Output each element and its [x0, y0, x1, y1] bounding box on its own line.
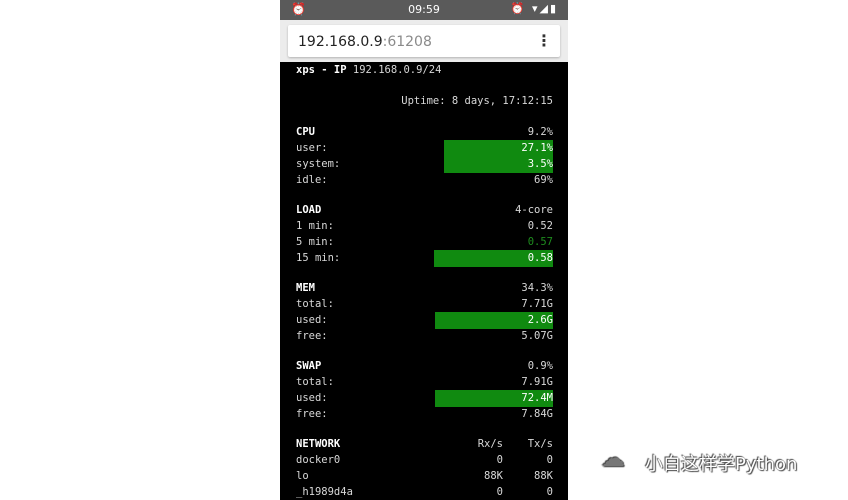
mem-title: MEM [296, 282, 315, 294]
cpu-idle-row: idle: 69% [296, 173, 553, 188]
mem-header: MEM 34.3% [296, 281, 553, 296]
cpu-user-label: user: [296, 142, 328, 154]
network-title: NETWORK [296, 438, 341, 450]
network-header: NETWORK Rx/s Tx/s [296, 437, 553, 452]
swap-total-row: total: 7.91G [296, 375, 553, 390]
swap-used-value: 72.4M [521, 392, 553, 404]
cpu-user-row: user: 27.1% [296, 140, 553, 157]
network-tx-value: 88K [534, 470, 553, 482]
load-cores: 4-core [515, 204, 553, 216]
status-icons: ⏰ ▾◢▮ [510, 2, 558, 15]
load-15min-row: 15 min: 0.58 [296, 250, 553, 267]
ip-address: 192.168.0.9/24 [352, 64, 442, 76]
mem-free-value: 5.07G [521, 330, 553, 342]
cpu-user-value: 27.1% [521, 142, 553, 154]
swap-used-label: used: [296, 392, 328, 404]
mem-percent: 34.3% [521, 282, 553, 294]
load-header: LOAD 4-core [296, 203, 553, 218]
network-row: docker0 0 0 [296, 453, 553, 468]
cpu-system-label: system: [296, 158, 341, 170]
cpu-total: 9.2% [527, 126, 553, 138]
cpu-idle-label: idle: [296, 174, 328, 186]
wechat-logo-icon: ☁ [601, 444, 625, 472]
swap-free-value: 7.84G [521, 408, 553, 420]
network-iface-name: docker0 [296, 454, 341, 466]
status-bar: ⏰ 09:59 ⏰ ▾◢▮ [280, 0, 568, 20]
mem-total-row: total: 7.71G [296, 297, 553, 312]
watermark-text: 小白这样学Python [645, 454, 798, 475]
glances-terminal: xps - IP 192.168.0.9/24 Uptime: 8 days, … [280, 62, 568, 500]
host-line: xps - IP 192.168.0.9/24 [296, 64, 441, 76]
mem-total-value: 7.71G [521, 298, 553, 310]
ip-separator: - IP [314, 64, 353, 76]
url-port: :61208 [382, 34, 432, 50]
swap-header: SWAP 0.9% [296, 359, 553, 374]
network-iface-name: lo [296, 470, 309, 482]
mem-total-label: total: [296, 298, 334, 310]
mem-used-value: 2.6G [527, 314, 553, 326]
uptime: Uptime: 8 days, 17:12:15 [401, 95, 553, 107]
mem-free-label: free: [296, 330, 328, 342]
load-5min-row: 5 min: 0.57 [296, 235, 553, 250]
load-5min-value: 0.57 [527, 236, 553, 248]
overflow-menu-icon[interactable]: ⋮ [536, 31, 552, 50]
mem-used-row: used: 2.6G [296, 312, 553, 329]
swap-used-row: used: 72.4M [296, 390, 553, 407]
network-rx-value: 0 [496, 486, 503, 498]
swap-title: SWAP [296, 360, 322, 372]
cpu-system-row: system: 3.5% [296, 156, 553, 173]
load-5min-label: 5 min: [296, 236, 334, 248]
mem-free-row: free: 5.07G [296, 329, 553, 344]
network-row: _h1989d4a 0 0 [296, 485, 553, 500]
load-15min-label: 15 min: [296, 252, 341, 264]
url-host: 192.168.0.9 [298, 34, 383, 50]
swap-free-label: free: [296, 408, 328, 420]
load-title: LOAD [296, 204, 322, 216]
url-text: 192.168.0.9:61208 [298, 34, 432, 50]
load-15min-value: 0.58 [527, 252, 553, 264]
cpu-title: CPU [296, 126, 315, 138]
load-1min-label: 1 min: [296, 220, 334, 232]
swap-free-row: free: 7.84G [296, 407, 553, 422]
network-row: lo 88K 88K [296, 469, 553, 484]
address-bar[interactable]: 192.168.0.9:61208 ⋮ [288, 25, 560, 57]
network-rx-header: Rx/s [477, 438, 503, 450]
network-tx-value: 0 [546, 486, 553, 498]
swap-total-label: total: [296, 376, 334, 388]
cpu-idle-value: 69% [534, 174, 553, 186]
network-rx-value: 88K [484, 470, 503, 482]
browser-toolbar: 192.168.0.9:61208 ⋮ [280, 20, 568, 62]
network-rx-value: 0 [496, 454, 503, 466]
mem-used-label: used: [296, 314, 328, 326]
phone-screen: ⏰ 09:59 ⏰ ▾◢▮ 192.168.0.9:61208 ⋮ xps - … [280, 0, 568, 500]
cpu-header: CPU 9.2% [296, 125, 553, 140]
load-1min-row: 1 min: 0.52 [296, 219, 553, 234]
network-iface-name: _h1989d4a [296, 486, 353, 498]
cpu-system-value: 3.5% [527, 158, 553, 170]
host-name: xps [296, 64, 315, 76]
network-tx-header: Tx/s [527, 438, 553, 450]
load-1min-value: 0.52 [527, 220, 553, 232]
swap-total-value: 7.91G [521, 376, 553, 388]
network-tx-value: 0 [546, 454, 553, 466]
swap-percent: 0.9% [527, 360, 553, 372]
